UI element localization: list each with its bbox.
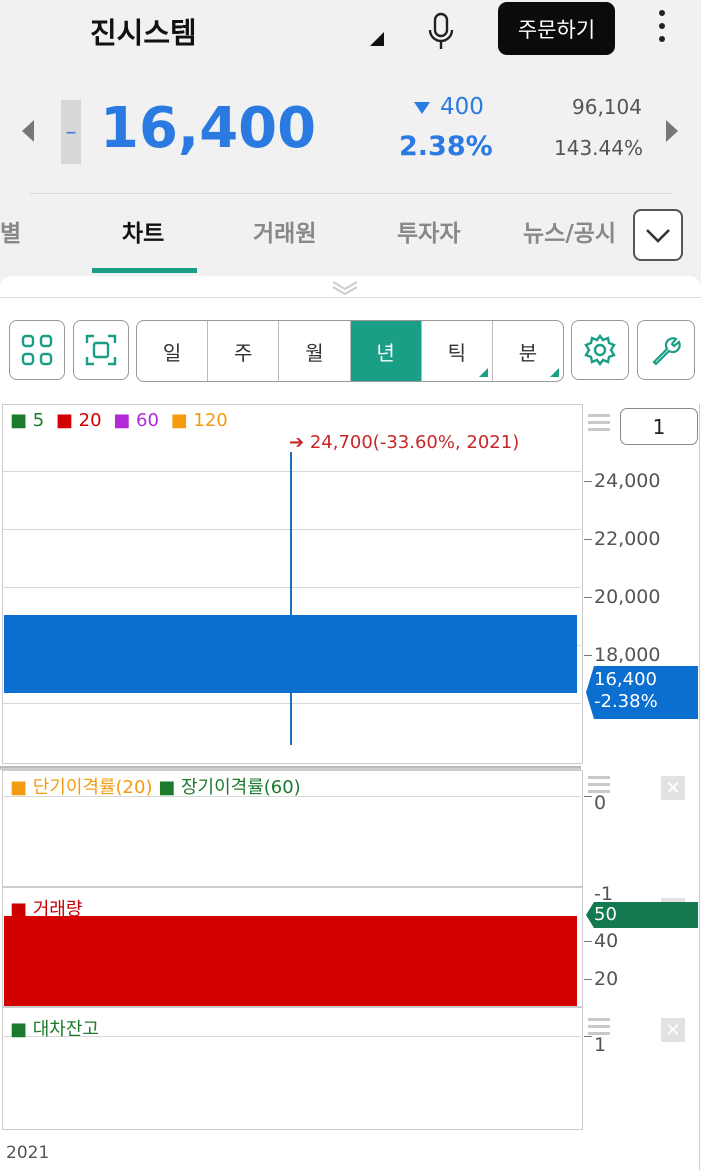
legend-ma60: ■ 60 [113,410,159,431]
oscillator-legend: ■ 단기이격률(20) ■ 장기이격률(60) [10,773,301,799]
legend-short-label: 단기이격률(20) [32,777,153,798]
tab-broker[interactable]: 거래원 [253,214,316,248]
gridline [3,703,581,704]
close-icon[interactable]: ✕ [661,1018,685,1042]
menu-icon[interactable] [588,414,610,435]
period-minute-label: 분 [518,340,538,365]
legend-ma20: ■ 20 [55,410,102,431]
volume-value: 96,104 [572,95,642,119]
volume-current-tag: 50 [586,902,698,928]
volume-ratio: 143.44% [554,136,643,160]
price-chart[interactable] [2,404,583,764]
ma-legend: ■ 5 ■ 20 ■ 60 ■ 120 [10,410,234,431]
legend-ma60-label: 60 [136,410,159,431]
active-tab-indicator [92,268,197,273]
next-stock-icon[interactable] [666,120,678,142]
tab-expand-button[interactable] [633,209,683,261]
high-annotation: ➔ 24,700(-33.60%, 2021) [289,432,519,453]
y-tick-mark [584,597,592,598]
period-month[interactable]: 월 [279,321,351,381]
period-minute[interactable]: 분 [493,321,563,381]
change-percent: 2.38% [399,131,493,162]
legend-ma5-label: 5 [32,410,45,431]
legend-ma120: ■ 120 [170,410,228,431]
mic-icon[interactable] [426,12,456,52]
fullscreen-button[interactable] [73,320,129,380]
close-icon[interactable]: ✕ [661,776,685,800]
candle-body [4,615,577,693]
chart-settings-button[interactable] [571,320,629,380]
period-year[interactable]: 년 [350,321,422,381]
gridline [3,471,581,472]
y-tick-mark [584,539,592,540]
stock-dropdown-icon[interactable] [370,32,384,46]
right-border [699,404,700,1170]
period-day[interactable]: 일 [137,321,209,381]
menu-icon[interactable] [588,1018,610,1039]
loan-legend: ■ 대차잔고 [10,1019,99,1040]
more-icon[interactable] [655,10,669,50]
down-triangle-icon [414,102,430,114]
y-tick-label: 20,000 [594,586,661,608]
price-flat-mark: – [61,100,81,164]
y-tick-label: 18,000 [594,644,661,666]
order-button[interactable]: 주문하기 [498,2,615,55]
prev-stock-icon[interactable] [22,120,34,142]
x-axis-label: 2021 [6,1143,50,1163]
candle-wick [290,452,292,745]
chevron-down-icon [646,229,670,243]
stock-name[interactable]: 진시스템 [90,10,197,52]
current-price-tag-change: -2.38% [594,691,658,712]
current-price-tag-value: 16,400 [594,669,657,690]
period-selector: 일 주 월 년 틱 분 [136,320,564,382]
y-tick-mark [584,655,592,656]
loan-legend-label: 대차잔고 [32,1019,99,1040]
y-tick-label: 22,000 [594,528,661,550]
wrench-icon [652,337,681,366]
menu-icon[interactable] [588,776,610,797]
tab-investor[interactable]: 투자자 [397,214,460,248]
drawing-tools-button[interactable] [637,320,695,380]
submenu-corner-icon [550,368,560,377]
legend-long-label: 장기이격률(60) [180,777,301,798]
period-week[interactable]: 주 [208,321,280,381]
y-tick-label: -1 [594,883,613,905]
grid-icon [21,334,53,366]
arrow-right-icon: ➔ [289,432,310,453]
tab-chart[interactable]: 차트 [122,214,164,248]
legend-long: ■ 장기이격률(60) [158,777,301,798]
legend-ma20-label: 20 [78,410,102,431]
gridline [3,529,581,530]
legend-short: ■ 단기이격률(20) [10,777,153,798]
y-tick-label: 24,000 [594,470,661,492]
period-tick-label: 틱 [447,340,466,365]
scale-input[interactable]: 1 [620,408,698,445]
current-price: 16,400 [100,96,317,161]
layout-grid-button[interactable] [9,320,65,380]
change-amount: 400 [440,94,484,120]
gridline [3,587,581,588]
current-price-tag: 16,400 -2.38% [586,666,698,719]
divider [30,193,671,194]
collapse-handle-icon[interactable] [330,280,360,296]
legend-ma5: ■ 5 [10,410,45,431]
tab-partial[interactable]: 별 [0,214,21,248]
tab-news[interactable]: 뉴스/공시 [523,214,616,248]
submenu-corner-icon [478,368,488,377]
fullscreen-icon [85,334,117,366]
y-tick-mark [584,941,592,942]
panel-divider [0,297,701,298]
gear-icon [584,334,616,366]
volume-bar [4,916,577,1006]
legend-ma120-label: 120 [193,410,228,431]
y-tick-label: 20 [594,968,619,990]
period-tick[interactable]: 틱 [422,321,493,381]
y-tick-mark [584,979,592,980]
y-tick-label: 40 [594,930,619,952]
y-tick-mark [584,481,592,482]
high-annotation-text: 24,700(-33.60%, 2021) [309,432,520,453]
